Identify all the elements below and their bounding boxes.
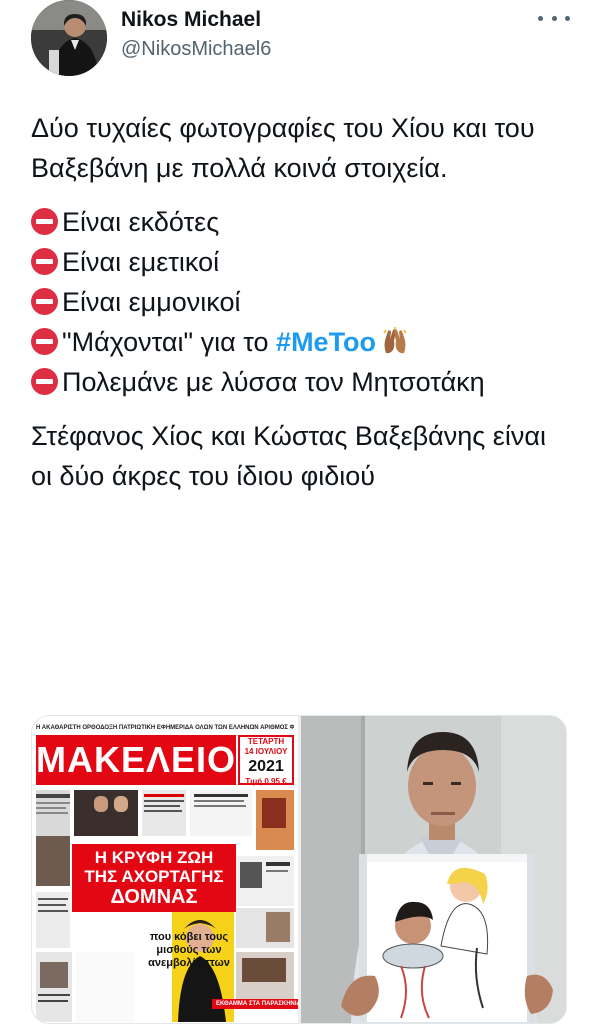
headline-line-1: Η ΚΡΥΦΗ ΖΩΗ: [94, 848, 214, 867]
man-holding-framed-caricature-icon: [301, 716, 566, 1023]
bullet-list: Είναι εκδότες Είναι εμετικοί Είναι εμμον…: [31, 202, 571, 402]
author-handle[interactable]: @NikosMichael6: [121, 38, 271, 61]
more-dot: [551, 15, 557, 21]
headline-line-3: ΔΟΜΝΑΣ: [110, 886, 198, 908]
bullet-item: Πολεμάνε με λύσσα τον Μητσοτάκη: [31, 362, 571, 402]
no-entry-icon: [31, 328, 58, 355]
more-options-icon[interactable]: [538, 6, 570, 30]
newspaper-footer-badge: ΕΚΘΑΜΜΑ ΣΤΑ ΠΑΡΑΣΚΗΝΙΑ: [212, 999, 298, 1009]
bullet-text: Είναι εκδότες: [62, 207, 220, 237]
no-entry-icon: [31, 248, 58, 275]
raised-hands-icon: [383, 327, 407, 354]
headline-line-2: ΤΗΣ ΑΧΟΡΤΑΓΗΣ: [84, 867, 224, 886]
author-name[interactable]: Nikos Michael: [121, 8, 261, 32]
no-entry-icon: [31, 208, 58, 235]
avatar[interactable]: [31, 0, 107, 76]
hashtag-link[interactable]: #MeToo: [276, 327, 376, 357]
no-entry-icon: [31, 368, 58, 395]
bullet-text: Είναι εμμονικοί: [62, 287, 241, 317]
tweet-closing: Στέφανος Χίος και Κώστας Βαξεβάνης είναι…: [31, 421, 546, 491]
tweet-intro: Δύο τυχαίες φωτογραφίες του Χίου και του…: [31, 113, 535, 183]
tweet-header: Nikos Michael @NikosMichael6: [0, 0, 594, 90]
newspaper-headline: Η ΚΡΥΦΗ ΖΩΗ ΤΗΣ ΑΧΟΡΤΑΓΗΣ ΔΟΜΝΑΣ: [72, 844, 236, 912]
bullet-text: Πολεμάνε με λύσσα τον Μητσοτάκη: [62, 367, 485, 397]
bullet-text: "Μάχονται" για το: [62, 327, 277, 357]
more-dot: [565, 15, 570, 21]
newspaper-image[interactable]: Η ΑΚΑΘΑΡΙΣΤΗ ΟΡΘΟΔΟΞΗ ΠΑΤΡΙΩΤΙΚΗ ΕΦΗΜΕΡΙ…: [32, 716, 298, 1023]
bullet-item: Είναι εμμονικοί: [31, 282, 571, 322]
profile-photo-icon: [31, 0, 107, 76]
no-entry-icon: [31, 288, 58, 315]
tweet-text: Δύο τυχαίες φωτογραφίες του Χίου και του…: [31, 108, 571, 510]
tweet-media[interactable]: Η ΑΚΑΘΑΡΙΣΤΗ ΟΡΘΟΔΟΞΗ ΠΑΤΡΙΩΤΙΚΗ ΕΦΗΜΕΡΙ…: [31, 715, 567, 1024]
bullet-text: Είναι εμετικοί: [62, 247, 220, 277]
more-dot: [538, 15, 543, 21]
bullet-item: Είναι εκδότες: [31, 202, 571, 242]
bullet-item: "Μάχονται" για το #MeToo: [31, 322, 571, 362]
newspaper-subheadline: που κόβει τους μισθούς των ανεμβολίαστων: [148, 931, 230, 969]
bullet-item: Είναι εμετικοί: [31, 242, 571, 282]
man-holding-frame-image[interactable]: [301, 716, 566, 1023]
